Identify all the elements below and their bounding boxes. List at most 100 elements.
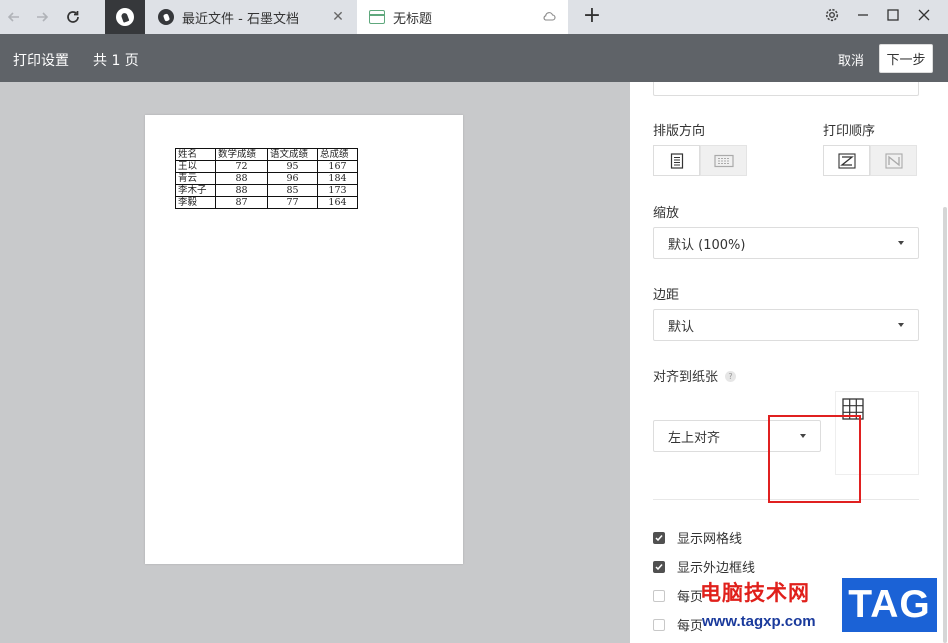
arrow-right-icon [37, 12, 49, 22]
table-row: 王以 72 95 167 [175, 160, 358, 173]
reload-button[interactable] [62, 6, 84, 28]
app-home-tab[interactable] [105, 0, 145, 34]
browser-tab-bar: 最近文件 - 石墨文档 ✕ 无标题 + [0, 0, 948, 34]
landscape-button[interactable] [700, 145, 747, 176]
align-value: 左上对齐 [668, 430, 721, 446]
table-cell: 96 [267, 172, 318, 185]
table-cell: 李毅 [175, 196, 216, 209]
alignment-preview [835, 391, 919, 475]
align-select[interactable]: 左上对齐 [653, 420, 821, 452]
table-cell: 王以 [175, 160, 216, 173]
print-preview: 姓名 数学成绩 语文成绩 总成绩 王以 72 95 167 青云 88 96 1… [0, 82, 630, 643]
orientation-toggle [653, 145, 747, 176]
caret-down-icon [898, 323, 904, 327]
order-n-icon [884, 152, 903, 169]
print-order-toggle [823, 145, 917, 176]
table-header-row: 姓名 数学成绩 语文成绩 总成绩 [175, 148, 358, 161]
margin-label: 边距 [653, 288, 680, 303]
table-cell: 77 [267, 196, 318, 209]
shimo-logo-icon [116, 8, 134, 26]
table-row: 青云 88 96 184 [175, 172, 358, 185]
margin-select[interactable]: 默认 [653, 309, 919, 341]
watermark-site-name: 电脑技术网 [700, 581, 810, 605]
checkbox-checked-icon[interactable] [653, 560, 665, 573]
gear-icon [825, 8, 839, 22]
table-cell: 72 [215, 160, 268, 173]
maximize-button[interactable] [881, 3, 905, 27]
checkbox-checked-icon[interactable] [653, 531, 665, 544]
preview-page: 姓名 数学成绩 语文成绩 总成绩 王以 72 95 167 青云 88 96 1… [145, 115, 463, 564]
table-row: 李木子 88 85 173 [175, 184, 358, 197]
margin-value: 默认 [668, 319, 695, 335]
arrow-left-icon [7, 12, 19, 22]
table-cell: 95 [267, 160, 318, 173]
reload-icon [67, 11, 79, 23]
landscape-icon [713, 154, 734, 167]
table-header-cell: 姓名 [175, 148, 216, 161]
repeat-option-2[interactable]: 每页 [653, 615, 703, 634]
table-row: 李毅 87 77 164 [175, 196, 358, 209]
table-cell: 173 [317, 184, 358, 197]
panel-scrollbar[interactable] [943, 207, 947, 643]
next-button[interactable]: 下一步 [879, 44, 933, 73]
caret-down-icon [898, 241, 904, 245]
minimize-button[interactable] [851, 3, 875, 27]
page-title: 打印设置 [13, 53, 69, 69]
checkbox-unchecked-icon[interactable] [653, 589, 665, 602]
checkbox-label: 显示网格线 [677, 532, 743, 547]
settings-button[interactable] [820, 3, 844, 27]
zoom-label: 缩放 [653, 206, 680, 221]
maximize-icon [887, 9, 899, 21]
checkbox-unchecked-icon[interactable] [653, 618, 665, 631]
table-cell: 87 [215, 196, 268, 209]
zoom-value: 默认 (100%) [668, 237, 746, 253]
table-cell: 青云 [175, 172, 216, 185]
close-icon [918, 9, 930, 21]
new-tab-button[interactable]: + [580, 4, 604, 28]
sheet-icon [369, 10, 385, 24]
tab-recent-files[interactable]: 最近文件 - 石墨文档 ✕ [148, 0, 356, 34]
close-icon[interactable]: ✕ [330, 9, 346, 25]
grid-icon [842, 398, 864, 420]
watermark-url: www.tagxp.com [702, 613, 816, 630]
table-cell: 184 [317, 172, 358, 185]
checkbox-label: 每页 [677, 619, 704, 634]
table-cell: 88 [215, 184, 268, 197]
back-button[interactable] [3, 6, 25, 28]
table-cell: 167 [317, 160, 358, 173]
tab-title: 无标题 [393, 11, 433, 27]
zoom-select[interactable]: 默认 (100%) [653, 227, 919, 259]
table-header-cell: 数学成绩 [215, 148, 268, 161]
tab-title: 最近文件 - 石墨文档 [182, 11, 299, 27]
print-order-label: 打印顺序 [823, 124, 876, 139]
caret-down-icon [800, 434, 806, 438]
cancel-button[interactable]: 取消 [838, 50, 864, 69]
watermark-tag-logo: TAG [839, 575, 940, 635]
table-cell: 李木子 [175, 184, 216, 197]
repeat-option-1[interactable]: 每页 [653, 586, 703, 605]
order-z-button[interactable] [823, 145, 870, 176]
paper-size-select[interactable] [653, 82, 919, 96]
table-header-cell: 总成绩 [317, 148, 358, 161]
tab-untitled[interactable]: 无标题 [357, 0, 568, 34]
window-close-button[interactable] [912, 3, 936, 27]
cloud-icon [542, 10, 556, 26]
show-outer-border-option[interactable]: 显示外边框线 [653, 557, 755, 576]
orientation-label: 排版方向 [653, 124, 706, 139]
table-cell: 88 [215, 172, 268, 185]
show-gridlines-option[interactable]: 显示网格线 [653, 528, 742, 547]
page-count: 共 1 页 [93, 53, 139, 69]
help-icon[interactable]: ? [725, 371, 736, 382]
table-cell: 85 [267, 184, 318, 197]
checkbox-label: 显示外边框线 [677, 561, 756, 576]
preview-table: 姓名 数学成绩 语文成绩 总成绩 王以 72 95 167 青云 88 96 1… [175, 148, 358, 209]
align-label: 对齐到纸张 [653, 370, 719, 385]
shimo-logo-icon [158, 9, 174, 25]
portrait-button[interactable] [653, 145, 700, 176]
divider [653, 499, 919, 500]
order-n-button[interactable] [870, 145, 917, 176]
forward-button[interactable] [31, 6, 53, 28]
print-settings-panel: 排版方向 打印顺序 缩放 默认 (100%) 边距 默认 对齐到纸张 ? 左上对… [630, 82, 948, 643]
table-cell: 164 [317, 196, 358, 209]
table-header-cell: 语文成绩 [267, 148, 318, 161]
